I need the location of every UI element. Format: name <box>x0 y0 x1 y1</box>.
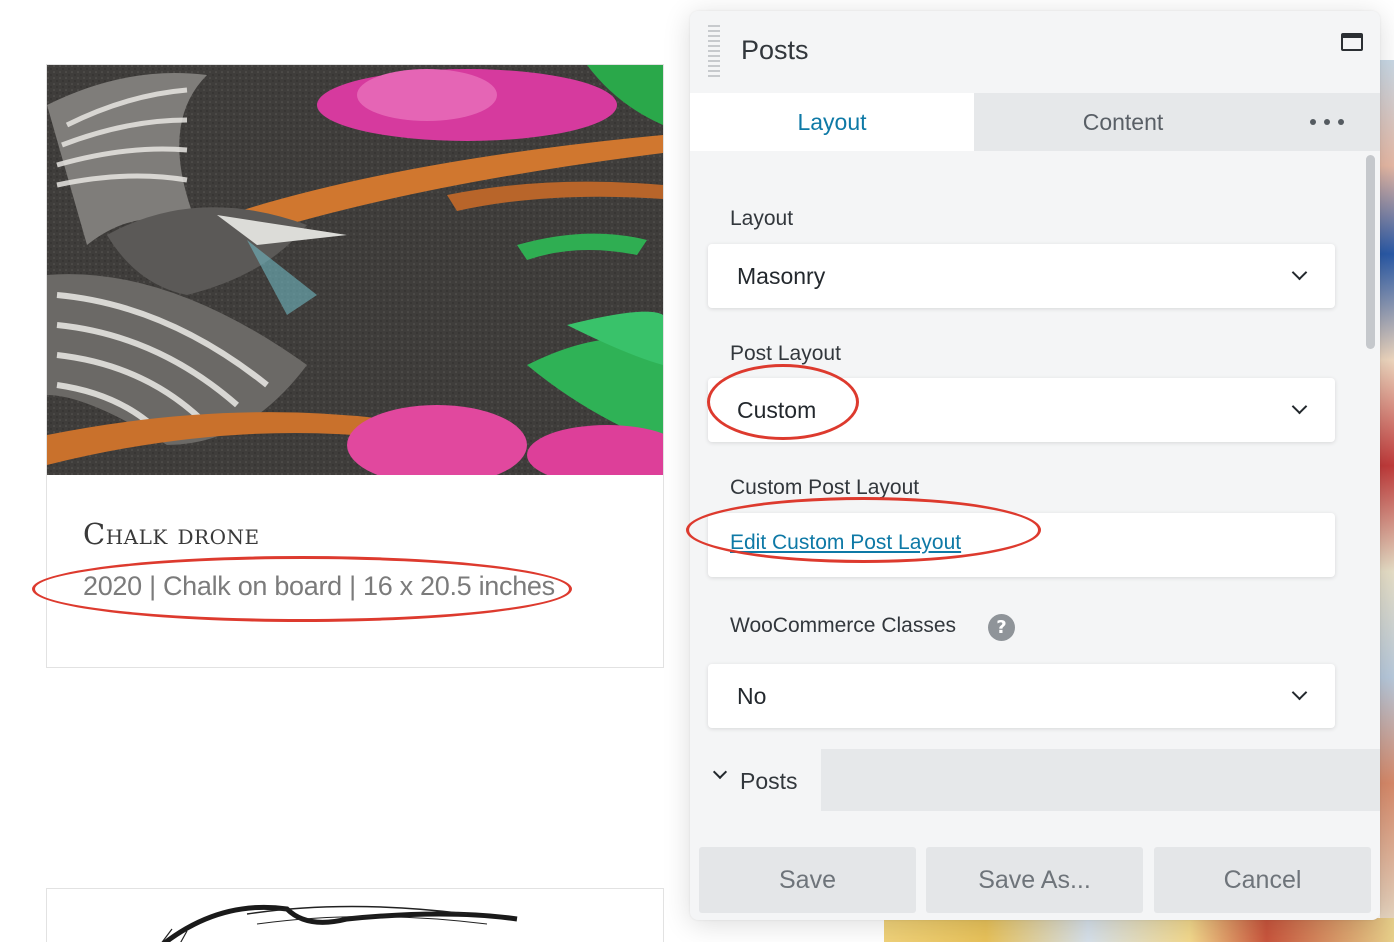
cancel-button[interactable]: Cancel <box>1154 847 1371 913</box>
scrollbar-thumb[interactable] <box>1366 155 1375 349</box>
tab-layout[interactable]: Layout <box>690 93 974 151</box>
chevron-down-icon <box>1291 684 1308 701</box>
panel-tabs: Layout Content <box>690 93 1380 151</box>
next-post-image[interactable] <box>47 889 664 942</box>
layout-select-value: Masonry <box>737 263 826 289</box>
background-artwork-edge <box>1380 60 1394 942</box>
section-label: Posts <box>740 768 798 794</box>
post-layout-select-value: Custom <box>737 397 817 423</box>
post-layout-label: Post Layout <box>730 342 841 365</box>
section-toggle-posts[interactable]: Posts <box>690 749 821 811</box>
more-icon[interactable] <box>1310 119 1344 125</box>
post-meta: 2020 | Chalk on board | 16 x 20.5 inches <box>83 571 555 601</box>
woocommerce-classes-select-value: No <box>737 683 767 709</box>
panel-body: Layout Masonry Post Layout Custom Custom… <box>690 151 1380 749</box>
post-card-next <box>46 888 664 942</box>
woocommerce-classes-select[interactable]: No <box>708 664 1335 728</box>
section-bar: Posts <box>690 749 1380 811</box>
panel-title: Posts <box>741 35 809 65</box>
chevron-down-icon <box>1291 398 1308 415</box>
save-as-button[interactable]: Save As... <box>926 847 1143 913</box>
background-artwork-bottom <box>884 918 1394 942</box>
drag-handle-icon[interactable] <box>708 25 720 77</box>
chevron-down-icon <box>1291 264 1308 281</box>
custom-post-layout-box: Edit Custom Post Layout <box>708 513 1335 577</box>
custom-post-layout-label: Custom Post Layout <box>730 476 920 499</box>
help-icon[interactable]: ? <box>988 614 1015 641</box>
edit-custom-post-layout-link[interactable]: Edit Custom Post Layout <box>730 513 961 573</box>
woocommerce-classes-label: WooCommerce Classes <box>730 614 957 637</box>
chalk-hummingbird-image <box>47 65 663 475</box>
save-button[interactable]: Save <box>699 847 916 913</box>
post-image[interactable] <box>47 65 663 475</box>
settings-panel: Posts Layout Content Layout Masonry Post… <box>690 11 1380 920</box>
chevron-down-icon <box>712 764 728 780</box>
post-card: Chalk drone 2020 | Chalk on board | 16 x… <box>46 64 664 668</box>
layout-label: Layout <box>730 207 794 230</box>
maximize-icon[interactable] <box>1341 33 1363 51</box>
tab-content[interactable]: Content <box>974 93 1272 151</box>
layout-select[interactable]: Masonry <box>708 244 1335 308</box>
post-title[interactable]: Chalk drone <box>83 517 260 551</box>
post-layout-select[interactable]: Custom <box>708 378 1335 442</box>
panel-header[interactable]: Posts <box>690 11 1380 93</box>
